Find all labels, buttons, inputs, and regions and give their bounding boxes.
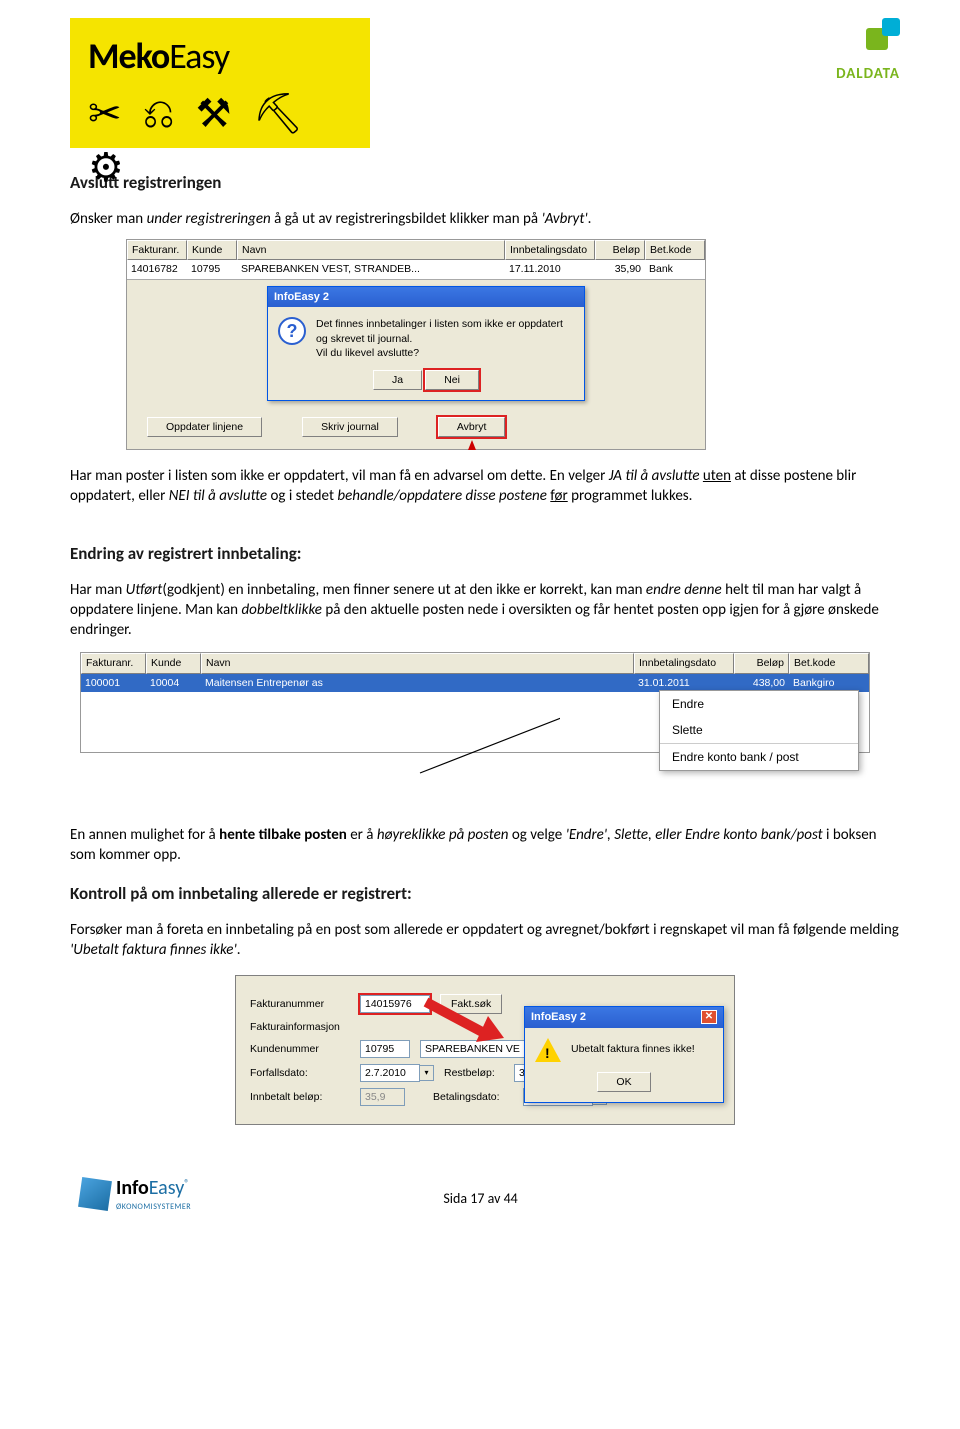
heading-endring: Endring av registrert innbetaling: [70, 543, 900, 566]
page-number: Sida 17 av 44 [191, 1190, 770, 1209]
para-endring-2: En annen mulighet for å hente tilbake po… [70, 825, 900, 866]
col-innbetalingsdato[interactable]: Innbetalingsdato [505, 240, 595, 260]
logo-text-light: Easy [169, 34, 229, 78]
label-fakturainfo: Fakturainformasjon [250, 1020, 350, 1034]
daldata-logo: DALDATA [836, 18, 900, 85]
col-kunde[interactable]: Kunde [146, 653, 201, 673]
label-forfallsdato: Forfallsdato: [250, 1066, 350, 1080]
daldata-text: DALDATA [836, 64, 900, 84]
col-fakturanr[interactable]: Fakturanr. [127, 240, 187, 260]
innbetalt-input: 35,9 [360, 1088, 405, 1106]
red-arrow-icon [416, 994, 506, 1044]
col-betkode[interactable]: Bet.kode [645, 240, 705, 260]
label-innbetalt: Innbetalt beløp: [250, 1090, 350, 1104]
dialog-message: Ubetalt faktura finnes ikke! [571, 1042, 695, 1056]
error-dialog: InfoEasy 2 ✕ Ubetalt faktura finnes ikke… [524, 1006, 724, 1103]
skriv-journal-button[interactable]: Skriv journal [302, 417, 398, 437]
label-fakturanummer: Fakturanummer [250, 997, 350, 1011]
daldata-icon [866, 18, 900, 52]
kundenummer-input[interactable]: 10795 [360, 1040, 410, 1058]
table-row[interactable]: 14016782 10795 SPAREBANKEN VEST, STRANDE… [127, 260, 705, 278]
col-betkode[interactable]: Bet.kode [789, 653, 869, 673]
warning-icon [535, 1038, 561, 1062]
label-betalingsdato: Betalingsdato: [433, 1090, 513, 1104]
mekoeasy-logo: MekoEasy ✂ ⎌ ⚒ ⛏ ⚙ [70, 18, 370, 148]
confirm-dialog: InfoEasy 2 ? Det finnes innbetalinger i … [267, 286, 585, 402]
oppdater-linjene-button[interactable]: Oppdater linjene [147, 417, 262, 437]
col-navn[interactable]: Navn [237, 240, 505, 260]
col-belop[interactable]: Beløp [734, 653, 789, 673]
col-navn[interactable]: Navn [201, 653, 634, 673]
col-kunde[interactable]: Kunde [187, 240, 237, 260]
dialog-titlebar: InfoEasy 2 [268, 287, 584, 308]
infoeasy-logo: InfoEasy® ØKONOMISYSTEMER [80, 1175, 191, 1213]
forfallsdato-input[interactable]: 2.7.2010 [360, 1064, 420, 1082]
col-innbetalingsdato[interactable]: Innbetalingsdato [634, 653, 734, 673]
pointer-line [160, 757, 900, 817]
dropdown-icon[interactable]: ▾ [420, 1065, 434, 1081]
label-kundenummer: Kundenummer [250, 1042, 350, 1056]
ja-button[interactable]: Ja [373, 370, 422, 390]
col-belop[interactable]: Beløp [595, 240, 645, 260]
para-kontroll-1: Forsøker man å foreta en innbetaling på … [70, 920, 900, 961]
col-fakturanr[interactable]: Fakturanr. [81, 653, 146, 673]
tool-icons: ✂ ⎌ ⚒ ⛏ ⚙ [88, 87, 352, 195]
menu-slette[interactable]: Slette [660, 717, 858, 743]
para-endring-1: Har man Utført(godkjent) en innbetaling,… [70, 580, 900, 641]
label-restbelop: Restbeløp: [444, 1066, 504, 1080]
dialog-message: Det finnes innbetalinger i listen som ik… [316, 317, 574, 360]
close-icon[interactable]: ✕ [701, 1010, 717, 1024]
nei-button[interactable]: Nei [425, 370, 479, 390]
heading-kontroll: Kontroll på om innbetaling allerede er r… [70, 883, 900, 906]
para-avslutt-1: Ønsker man under registreringen å gå ut … [70, 209, 900, 229]
infoeasy-icon [78, 1177, 112, 1211]
logo-text-bold: Meko [88, 34, 169, 78]
avbryt-button[interactable]: Avbryt [438, 417, 506, 437]
ok-button[interactable]: OK [597, 1072, 650, 1092]
screenshot-avbryt-dialog: Fakturanr. Kunde Navn Innbetalingsdato B… [126, 239, 706, 450]
dialog-title: InfoEasy 2 [531, 1010, 586, 1025]
question-icon: ? [278, 317, 306, 345]
para-avslutt-2: Har man poster i listen som ikke er oppd… [70, 466, 900, 507]
screenshot-ubetalt-faktura: Fakturanummer 14015976 Fakt.søk Fakturai… [235, 975, 735, 1125]
menu-endre[interactable]: Endre [660, 691, 858, 717]
